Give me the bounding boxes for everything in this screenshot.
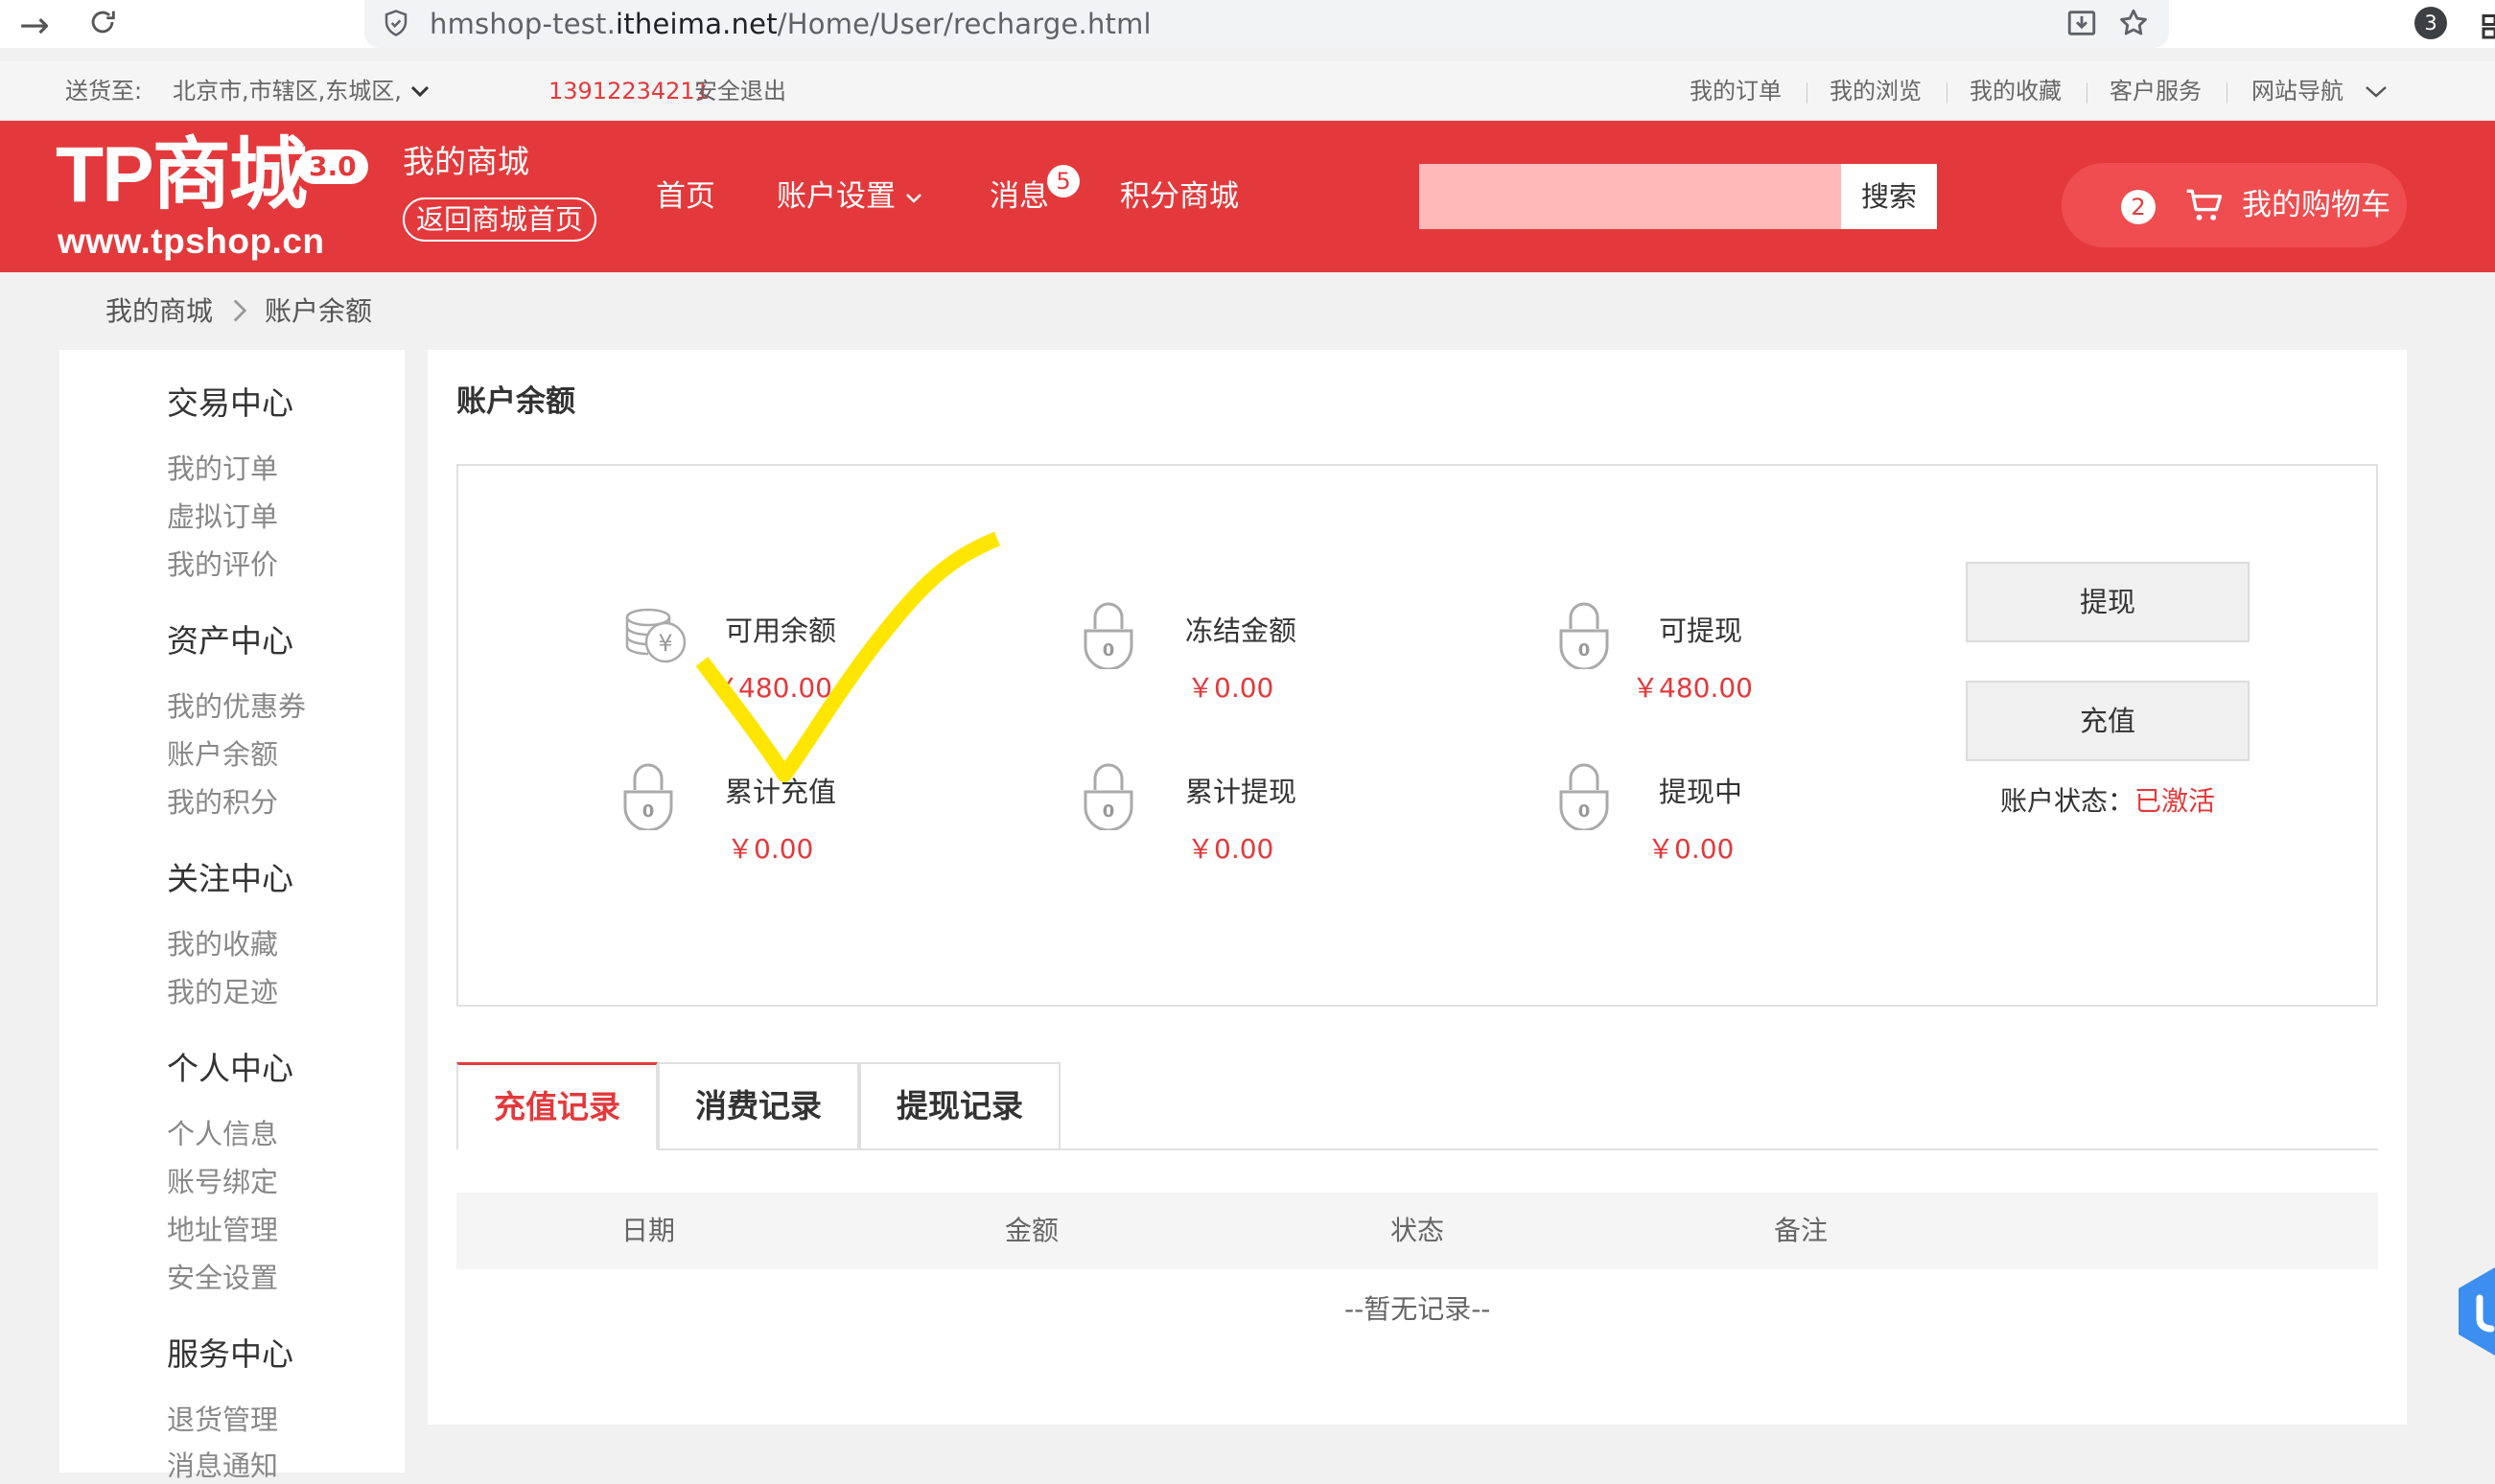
lock-icon: 0 [1559,763,1609,830]
lock-icon: 0 [1084,602,1133,669]
sidebar-item-coupons[interactable]: 我的优惠券 [167,688,306,725]
floating-assistant-icon[interactable] [2455,1264,2495,1359]
bookmark-star-icon[interactable] [2117,7,2150,39]
message-count-badge: 5 [1047,165,1080,197]
chevron-down-icon[interactable] [2365,85,2388,99]
tab-consumption-records[interactable]: 消费记录 [658,1062,859,1150]
nav-points-mall[interactable]: 积分商城 [1120,176,1239,217]
total-recharge-label: 累计充值 [725,776,837,808]
user-phone[interactable]: 13912234211 [548,76,710,106]
tab-withdraw-records[interactable]: 提现记录 [859,1062,1061,1150]
sidebar: 交易中心 我的订单 虚拟订单 我的评价 资产中心 我的优惠券 账户余额 我的积分… [59,350,405,1482]
location-selector[interactable]: 北京市,市辖区,东城区, [173,76,402,106]
sidebar-item-footprints[interactable]: 我的足迹 [167,974,278,1010]
column-header-amount: 金额 [1005,1215,1060,1246]
svg-text:0: 0 [1103,640,1115,661]
chevron-right-icon [233,299,247,322]
top-link-sitenav[interactable]: 网站导航 [2251,76,2343,106]
withdraw-button[interactable]: 提现 [1966,562,2250,642]
back-home-button[interactable]: 返回商城首页 [403,197,597,242]
lock-icon: 0 [1559,602,1609,669]
sidebar-group-follow: 关注中心 [167,860,293,897]
frozen-amount-value: ￥0.00 [1187,672,1274,704]
total-recharge-value: ￥0.00 [727,833,814,865]
sidebar-item-virtual-orders[interactable]: 虚拟订单 [167,499,278,535]
breadcrumb-home[interactable]: 我的商城 [105,293,213,330]
reload-icon[interactable] [86,6,119,38]
withdrawable-value: ￥480.00 [1632,672,1753,704]
sidebar-item-points[interactable]: 我的积分 [167,784,278,821]
search-button[interactable]: 搜索 [1841,164,1937,229]
account-status-label: 账户状态： [2000,785,2135,817]
nav-home[interactable]: 首页 [656,176,715,217]
chevron-down-icon [906,193,921,203]
site-logo[interactable]: TP商城 3.0 www.tpshop.cn [56,132,372,267]
sidebar-item-bindings[interactable]: 账号绑定 [167,1164,278,1200]
column-header-date: 日期 [621,1215,676,1246]
sidebar-item-profile[interactable]: 个人信息 [167,1116,278,1152]
sidebar-group-personal: 个人中心 [167,1050,293,1087]
sidebar-item-returns[interactable]: 退货管理 [167,1402,278,1438]
cart-label: 我的购物车 [2242,188,2390,222]
nav-messages[interactable]: 消息 [990,176,1049,217]
coins-icon: ¥ [625,608,687,663]
available-balance-value: ￥480.00 [711,672,832,704]
breadcrumb-current: 账户余额 [265,295,373,327]
sidebar-item-reviews[interactable]: 我的评价 [167,546,278,583]
address-bar[interactable]: hmshop-test.itheima.net/Home/User/rechar… [364,0,2169,48]
install-app-icon[interactable] [2065,7,2098,39]
total-withdrawn-value: ￥0.00 [1187,833,1274,865]
lock-icon: 0 [1084,763,1133,830]
svg-text:¥: ¥ [658,630,672,657]
site-info-icon[interactable] [382,9,410,37]
sidebar-group-assets: 资产中心 [167,622,293,660]
profile-badge[interactable]: 3 [2414,7,2447,39]
withdrawing-value: ￥0.00 [1647,833,1735,865]
ship-to-label: 送货至: [65,78,143,104]
empty-records-text: --暂无记录-- [1344,1293,1491,1325]
my-mall-title: 我的商城 [403,143,529,180]
column-header-status: 状态 [1390,1215,1445,1246]
cart-icon [2186,189,2223,220]
sidebar-item-security[interactable]: 安全设置 [167,1260,278,1296]
svg-text:0: 0 [1578,640,1591,661]
browser-toolbar: → hmshop-test.itheima.net/Home/User/rech… [0,0,2495,48]
sidebar-group-service: 服务中心 [167,1335,293,1373]
chevron-down-icon[interactable] [410,85,430,99]
cart-count-badge: 2 [2121,190,2156,224]
recharge-button[interactable]: 充值 [1966,681,2250,761]
extensions-icon[interactable] [2480,12,2495,40]
svg-text:0: 0 [642,801,655,822]
sidebar-item-favorites[interactable]: 我的收藏 [167,926,278,962]
nav-account-settings[interactable]: 账户设置 [777,176,922,217]
withdrawing-label: 提现中 [1659,776,1743,808]
lock-icon: 0 [623,763,673,830]
svg-text:0: 0 [1578,801,1591,822]
logout-link[interactable]: 安全退出 [694,76,786,106]
top-link-service[interactable]: 客户服务 [2110,76,2202,106]
sidebar-item-balance[interactable]: 账户余额 [167,736,278,773]
sidebar-group-trade: 交易中心 [167,384,293,422]
account-status-value: 已激活 [2134,785,2216,817]
tab-recharge-records[interactable]: 充值记录 [456,1062,658,1150]
top-link-orders[interactable]: 我的订单 [1690,76,1782,106]
top-link-favorites[interactable]: 我的收藏 [1970,76,2062,106]
url-text[interactable]: hmshop-test.itheima.net/Home/User/rechar… [430,6,1152,42]
sidebar-item-addresses[interactable]: 地址管理 [167,1212,278,1248]
top-link-history[interactable]: 我的浏览 [1830,76,1922,106]
withdrawable-label: 可提现 [1659,614,1743,647]
sidebar-item-orders[interactable]: 我的订单 [167,451,278,487]
top-info-bar: 送货至: 北京市,市辖区,东城区, 13912234211 安全退出 我的订单 … [0,61,2495,121]
column-header-remark: 备注 [1774,1215,1829,1246]
site-header: TP商城 3.0 www.tpshop.cn 我的商城 返回商城首页 首页 账户… [0,121,2495,272]
sidebar-item-notifications[interactable]: 消息通知 [167,1448,278,1484]
page-title: 账户余额 [456,384,575,419]
frozen-amount-label: 冻结金额 [1185,614,1297,647]
available-balance-label: 可用余额 [725,614,837,647]
svg-text:0: 0 [1103,801,1115,822]
total-withdrawn-label: 累计提现 [1185,776,1297,808]
forward-icon[interactable]: → [19,4,50,46]
cart-button[interactable]: 2 我的购物车 [2062,163,2407,247]
